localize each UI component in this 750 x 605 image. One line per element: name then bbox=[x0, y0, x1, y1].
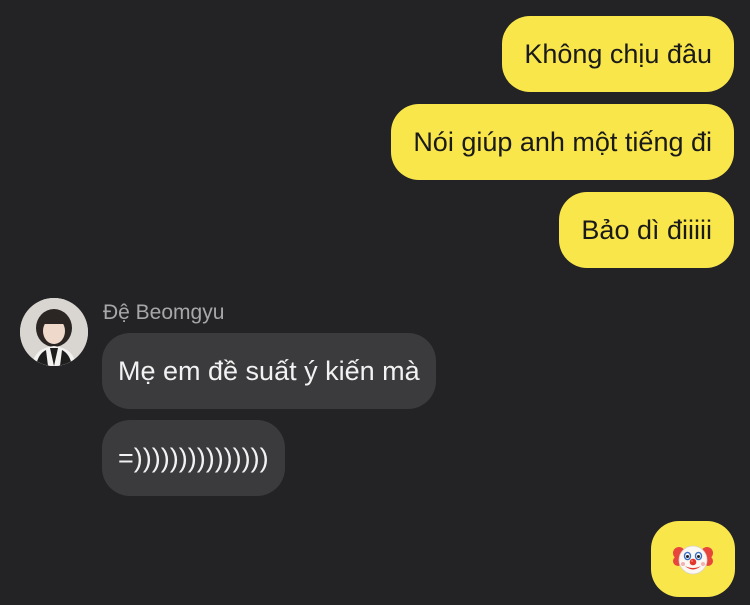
avatar-image bbox=[20, 298, 88, 366]
message-text: Mẹ em đề suất ý kiến mà bbox=[118, 356, 420, 386]
outgoing-message-2[interactable]: Nói giúp anh một tiếng đi bbox=[391, 104, 734, 180]
message-text: Bảo dì điiiii bbox=[581, 215, 712, 245]
outgoing-message-3[interactable]: Bảo dì điiiii bbox=[559, 192, 734, 268]
outgoing-emoji-message[interactable] bbox=[651, 521, 735, 597]
outgoing-message-1[interactable]: Không chịu đâu bbox=[502, 16, 734, 92]
message-text: =))))))))))))))) bbox=[118, 443, 269, 473]
clown-face-icon bbox=[673, 545, 713, 575]
sender-avatar[interactable] bbox=[20, 298, 88, 366]
incoming-message-2[interactable]: =))))))))))))))) bbox=[102, 420, 285, 496]
sender-name: Đệ Beomgyu bbox=[103, 301, 225, 324]
incoming-message-1[interactable]: Mẹ em đề suất ý kiến mà bbox=[102, 333, 436, 409]
message-text: Nói giúp anh một tiếng đi bbox=[413, 127, 712, 157]
message-text: Không chịu đâu bbox=[524, 39, 712, 69]
